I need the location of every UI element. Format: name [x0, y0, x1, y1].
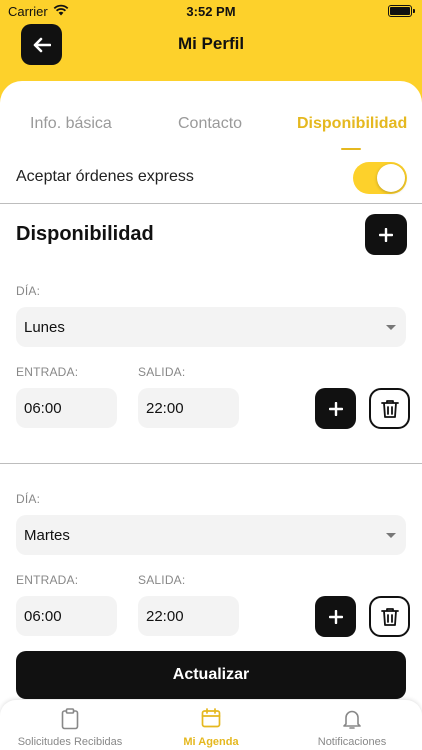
entry-time-value: 06:00 — [24, 608, 62, 625]
divider — [0, 203, 422, 204]
exit-label: SALIDA: — [138, 365, 186, 379]
plus-icon — [328, 401, 343, 416]
update-button[interactable]: Actualizar — [16, 651, 406, 699]
day-select[interactable]: Martes — [16, 515, 406, 555]
bottom-tab-bar: Solicitudes Recibidas Mi Agenda Notifica… — [0, 700, 422, 750]
tab-contacto[interactable]: Contacto — [178, 115, 242, 133]
entry-time-field[interactable]: 06:00 — [16, 596, 117, 636]
exit-time-field[interactable]: 22:00 — [138, 388, 239, 428]
status-left: Carrier — [8, 4, 69, 19]
delete-schedule-button[interactable] — [369, 388, 410, 429]
tabbar-label: Solicitudes Recibidas — [17, 736, 123, 748]
express-toggle[interactable] — [353, 162, 407, 194]
section-title: Disponibilidad — [16, 223, 154, 245]
status-bar: Carrier 3:52 PM — [0, 0, 422, 22]
clipboard-icon — [61, 708, 79, 730]
caret-down-icon — [386, 325, 396, 330]
trash-icon — [380, 607, 399, 626]
exit-time-value: 22:00 — [146, 400, 184, 417]
caret-down-icon — [386, 533, 396, 538]
tabbar-item-notificaciones[interactable]: Notificaciones — [282, 700, 422, 750]
day-label: DÍA: — [16, 492, 41, 506]
battery-icon — [388, 5, 415, 17]
delete-schedule-button[interactable] — [369, 596, 410, 637]
exit-time-value: 22:00 — [146, 608, 184, 625]
express-label: Aceptar órdenes express — [16, 168, 194, 185]
add-time-button[interactable] — [315, 596, 356, 637]
schedule-block-1: DÍA: Lunes ENTRADA: SALIDA: 06:00 22:00 — [0, 281, 422, 461]
carrier-label: Carrier — [8, 3, 48, 19]
entry-time-field[interactable]: 06:00 — [16, 388, 117, 428]
tabbar-item-solicitudes[interactable]: Solicitudes Recibidas — [0, 700, 140, 750]
add-schedule-button[interactable] — [365, 214, 407, 255]
plus-icon — [379, 227, 393, 242]
exit-time-field[interactable]: 22:00 — [138, 596, 239, 636]
entry-time-value: 06:00 — [24, 400, 62, 417]
add-time-button[interactable] — [315, 388, 356, 429]
tabbar-label: Notificaciones — [317, 736, 387, 748]
arrow-left-icon — [33, 37, 51, 52]
day-select[interactable]: Lunes — [16, 307, 406, 347]
day-value: Lunes — [24, 319, 65, 336]
plus-icon — [328, 609, 343, 624]
tab-disponibilidad[interactable]: Disponibilidad — [297, 115, 407, 133]
header: Mi Perfil — [0, 22, 422, 82]
page-title: Mi Perfil — [177, 34, 245, 53]
entry-label: ENTRADA: — [16, 365, 79, 379]
calendar-icon — [201, 708, 221, 728]
express-row: Aceptar órdenes express — [0, 159, 422, 203]
exit-label: SALIDA: — [138, 573, 186, 587]
entry-label: ENTRADA: — [16, 573, 79, 587]
schedule-block-2: DÍA: Martes ENTRADA: SALIDA: 06:00 22:00 — [0, 489, 422, 669]
profile-card: Info. básica Contacto Disponibilidad Ace… — [0, 81, 422, 750]
divider — [0, 463, 422, 464]
day-label: DÍA: — [16, 284, 41, 298]
trash-icon — [380, 399, 399, 418]
tab-bar: Info. básica Contacto Disponibilidad — [0, 81, 422, 151]
bell-icon — [343, 710, 361, 729]
tab-indicator — [341, 148, 361, 150]
toggle-knob — [377, 164, 405, 192]
tabbar-label: Mi Agenda — [183, 736, 239, 748]
wifi-icon — [53, 4, 69, 19]
day-value: Martes — [24, 527, 70, 544]
tab-info-basica[interactable]: Info. básica — [30, 115, 112, 133]
back-button[interactable] — [21, 24, 62, 65]
tabbar-item-mi-agenda[interactable]: Mi Agenda — [141, 700, 281, 750]
